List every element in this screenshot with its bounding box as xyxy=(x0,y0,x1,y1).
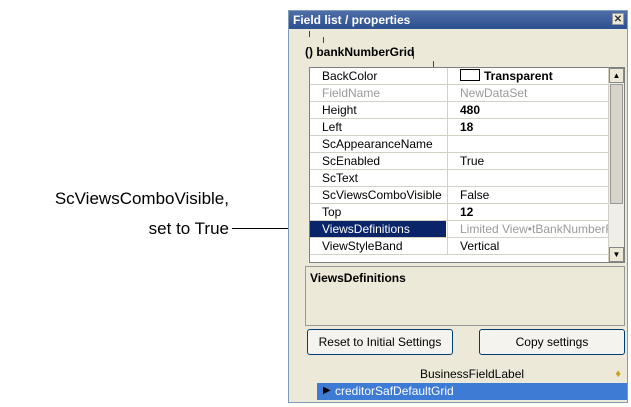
field-list-properties-panel: Field list / properties ✕ () bankNumberG… xyxy=(288,10,628,403)
property-value[interactable]: True xyxy=(447,153,610,169)
property-row[interactable]: ViewStyleBand Vertical xyxy=(310,238,610,255)
property-grid[interactable]: BackColor Transparent FieldName NewDataSet H… xyxy=(309,67,625,263)
copy-settings-button[interactable]: Copy settings xyxy=(479,329,625,355)
close-icon[interactable]: ✕ xyxy=(612,13,624,25)
property-description-box: ViewsDefinitions xyxy=(305,266,625,326)
property-value[interactable]: False xyxy=(447,187,610,203)
property-value-text: 480 xyxy=(460,103,481,117)
property-value-text: Limited View•tBankNumberRe xyxy=(460,222,610,236)
property-name: FieldName xyxy=(322,86,381,100)
selection-tick-mark xyxy=(309,31,310,37)
property-row[interactable]: Left 18 xyxy=(310,119,610,136)
property-name: Left xyxy=(322,120,343,134)
business-field-label-text: BusinessFieldLabel xyxy=(419,367,525,381)
property-row[interactable]: Height 480 xyxy=(310,102,610,119)
property-name: Top xyxy=(322,205,342,219)
property-value[interactable]: Transparent xyxy=(447,68,610,84)
scrollbar-thumb[interactable] xyxy=(610,84,623,204)
diamond-icon: ♦ xyxy=(615,368,621,380)
property-value[interactable] xyxy=(447,170,610,186)
property-row[interactable]: ScText xyxy=(310,170,610,187)
callout-line-1: ScViewsComboVisible, xyxy=(54,189,229,208)
property-name: Height xyxy=(322,103,357,117)
property-name: ScText xyxy=(322,171,359,185)
property-value-text: True xyxy=(460,154,485,168)
property-row[interactable]: ScAppearanceName xyxy=(310,136,610,153)
property-name: ScViewsComboVisible xyxy=(322,188,442,202)
property-row[interactable]: ViewsDefinitions Limited View•tBankNumber… xyxy=(310,221,610,238)
property-value[interactable]: 480 xyxy=(447,102,610,118)
callout-line-2: set to True xyxy=(148,219,229,238)
property-value-text: Transparent xyxy=(484,69,553,83)
property-value[interactable]: Vertical xyxy=(447,238,610,254)
property-value-text: Vertical xyxy=(460,239,500,253)
property-value-text: 12 xyxy=(460,205,474,219)
property-value-text: NewDataSet xyxy=(460,86,528,100)
property-value[interactable] xyxy=(447,136,610,152)
property-row[interactable]: BackColor Transparent xyxy=(310,68,610,85)
property-grid-scrollbar[interactable]: ▲ ▼ xyxy=(608,68,624,262)
panel-titlebar: Field list / properties ✕ xyxy=(289,11,627,29)
property-value-text: False xyxy=(460,188,490,202)
description-title: ViewsDefinitions xyxy=(310,271,406,285)
property-value[interactable]: 12 xyxy=(447,204,610,220)
property-name: ViewsDefinitions xyxy=(310,221,446,237)
property-row[interactable]: Top 12 xyxy=(310,204,610,221)
scroll-down-icon[interactable]: ▼ xyxy=(609,247,624,262)
selected-object-name: () bankNumberGrid xyxy=(305,45,415,59)
property-value-text: 18 xyxy=(460,120,474,134)
property-row[interactable]: FieldName NewDataSet xyxy=(310,85,610,102)
business-field-label-header: BusinessFieldLabel ♦ xyxy=(317,366,627,382)
property-row[interactable]: ScEnabled True xyxy=(310,153,610,170)
property-value[interactable]: 18 xyxy=(447,119,610,135)
scroll-up-icon[interactable]: ▲ xyxy=(609,68,624,83)
list-item[interactable]: creditorSafDefaultGrid xyxy=(317,383,627,400)
property-value[interactable]: NewDataSet xyxy=(447,85,610,101)
reset-initial-settings-button[interactable]: Reset to Initial Settings xyxy=(307,329,453,355)
property-value[interactable]: Limited View•tBankNumberRe xyxy=(447,221,610,237)
color-swatch-icon xyxy=(460,69,480,81)
property-row[interactable]: ScViewsComboVisible False xyxy=(310,187,610,204)
property-name: BackColor xyxy=(322,69,378,83)
property-name: ViewStyleBand xyxy=(322,239,403,253)
panel-title: Field list / properties xyxy=(293,13,411,27)
row-arrow-icon: ▶ xyxy=(323,385,331,396)
property-name: ScAppearanceName xyxy=(322,137,433,151)
property-name: ScEnabled xyxy=(322,154,381,168)
list-item-label: creditorSafDefaultGrid xyxy=(335,384,454,398)
selection-tick-mark xyxy=(323,37,324,43)
